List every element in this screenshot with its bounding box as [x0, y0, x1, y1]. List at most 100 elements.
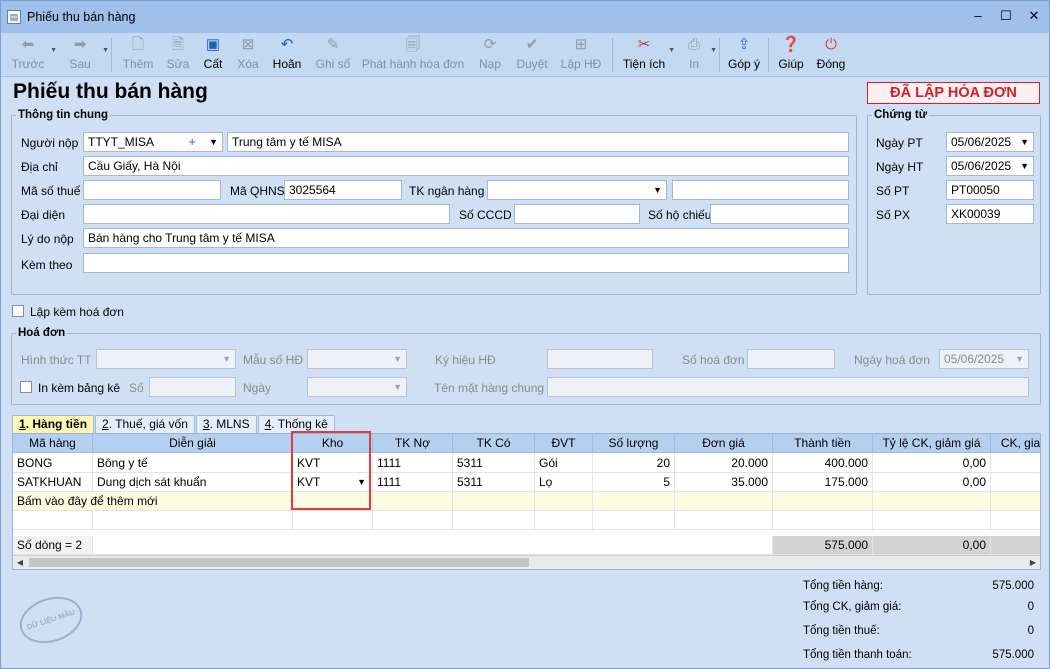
cell-amount[interactable]: 175.000 [773, 473, 873, 492]
col-unit[interactable]: ĐVT [535, 434, 593, 453]
address-field[interactable]: Cầu Giấy, Hà Nội [83, 156, 849, 176]
date-ht-picker[interactable]: 05/06/2025 ▼ [946, 156, 1034, 176]
list-no-field[interactable] [149, 377, 236, 397]
chevron-down-icon: ▼ [222, 354, 231, 364]
col-description[interactable]: Diễn giải [93, 434, 293, 453]
add-new-row[interactable]: Bấm vào đây để thêm mới [13, 492, 1040, 511]
cell-amount[interactable]: 400.000 [773, 454, 873, 473]
receipt-no-field[interactable]: PT00050 [946, 180, 1034, 200]
invoice-number-field[interactable] [747, 349, 835, 369]
cell-debit-account[interactable]: 1111 [373, 473, 453, 492]
add-new-row-label[interactable]: Bấm vào đây để thêm mới [13, 492, 293, 511]
col-quantity[interactable]: Số lượng [593, 434, 675, 453]
cccd-field[interactable] [514, 204, 640, 224]
qhns-field[interactable]: 3025564 [284, 180, 402, 200]
chevron-down-icon: ▼ [393, 354, 402, 364]
col-unit-price[interactable]: Đơn giá [675, 434, 773, 453]
cell-discount-rate[interactable]: 0,00 [873, 473, 991, 492]
prev-button[interactable]: ⬅ Trước ▼ [7, 33, 57, 77]
common-goods-field[interactable] [547, 377, 1029, 397]
footer-discount-total: 0,00 [873, 536, 991, 555]
create-invoice-button[interactable]: ⊞ Lập HĐ [558, 33, 604, 77]
add-button[interactable]: 🗋 Thêm [118, 33, 158, 77]
cell-quantity[interactable]: 5 [593, 473, 675, 492]
cell-discount[interactable] [991, 454, 1040, 473]
tab-goods-money[interactable]: 1. Hàng tiền [12, 415, 95, 433]
table-row[interactable]: BONG Bông y tế KVT 1111 5311 Gói 20 20.0… [13, 454, 1040, 473]
maximize-button[interactable]: ☐ [997, 8, 1015, 24]
delete-button[interactable]: ⊠ Xóa [228, 33, 268, 77]
cell-unit[interactable]: Lọ [535, 473, 593, 492]
col-discount[interactable]: CK, gia [991, 434, 1040, 453]
minimize-button[interactable]: ‒ [969, 8, 987, 24]
issue-invoice-button[interactable]: 🗐 Phát hành hóa đơn [358, 33, 468, 77]
bank-name-field[interactable] [672, 180, 849, 200]
invoice-date-picker[interactable]: 05/06/2025 ▼ [939, 349, 1029, 369]
cell-credit-account[interactable]: 5311 [453, 454, 535, 473]
scroll-left-icon[interactable]: ◀ [13, 556, 27, 569]
payer-name-field[interactable]: Trung tâm y tế MISA [227, 132, 849, 152]
tax-code-field[interactable] [83, 180, 221, 200]
print-button[interactable]: ⎙ In ▼ [679, 33, 717, 77]
cell-credit-account[interactable]: 5311 [453, 473, 535, 492]
approve-button[interactable]: ✔ Duyệt [512, 33, 552, 77]
tab-mlns[interactable]: 3. MLNS [195, 415, 257, 433]
cell-unit-price[interactable]: 35.000 [675, 473, 773, 492]
feedback-button[interactable]: ⇪ Góp ý [724, 33, 764, 77]
horizontal-scrollbar[interactable]: ◀ ▶ [13, 555, 1040, 569]
total-payment-label: Tổng tiền thanh toán: [803, 649, 912, 661]
pencil-icon: ✎ [326, 36, 340, 53]
cell-item-code[interactable]: SATKHUAN [13, 473, 93, 492]
utilities-button[interactable]: ✂ Tiện ích ▼ [621, 33, 675, 77]
print-list-checkbox[interactable] [20, 381, 32, 393]
scroll-right-icon[interactable]: ▶ [1026, 556, 1040, 569]
save-button[interactable]: ▣ Cất [198, 33, 228, 77]
next-button[interactable]: ➡ Sau ▼ [59, 33, 109, 77]
export-no-field[interactable]: XK00039 [946, 204, 1034, 224]
help-button[interactable]: ❓ Giúp [773, 33, 809, 77]
postpone-button[interactable]: ↶ Hoãn [268, 33, 306, 77]
load-button[interactable]: ⟳ Nạp [472, 33, 508, 77]
post-button[interactable]: ✎ Ghi sổ [310, 33, 356, 77]
invoice-number-label: Số hoá đơn [682, 353, 745, 367]
cell-description[interactable]: Dung dịch sát khuẩn [93, 473, 293, 492]
payer-code-combo[interactable]: TTYT_MISA + ▼ [83, 132, 223, 152]
table-row[interactable]: SATKHUAN Dung dịch sát khuẩn KVT ▼ 1111 5… [13, 473, 1040, 492]
representative-field[interactable] [83, 204, 450, 224]
cell-unit[interactable]: Gói [535, 454, 593, 473]
invoice-template-select[interactable]: ▼ [307, 349, 407, 369]
date-pt-picker[interactable]: 05/06/2025 ▼ [946, 132, 1034, 152]
close-form-button[interactable]: ⏻ Đóng [813, 33, 849, 77]
chevron-down-icon[interactable]: ▼ [209, 133, 218, 151]
cell-quantity[interactable]: 20 [593, 454, 675, 473]
create-invoice-checkbox[interactable] [12, 305, 24, 317]
col-amount[interactable]: Thành tiền [773, 434, 873, 453]
attachment-field[interactable] [83, 253, 849, 273]
add-icon[interactable]: + [188, 133, 196, 151]
chevron-down-icon[interactable]: ▼ [653, 181, 662, 199]
col-debit-account[interactable]: TK Nợ [373, 434, 453, 453]
col-discount-rate[interactable]: Tỷ lệ CK, giảm giá [873, 434, 991, 453]
tab-tax-cost[interactable]: 2. Thuế, giá vốn [95, 415, 195, 433]
invoice-symbol-field[interactable] [547, 349, 653, 369]
scrollbar-thumb[interactable] [29, 558, 529, 567]
col-credit-account[interactable]: TK Có [453, 434, 535, 453]
edit-button[interactable]: 🗎 Sửa [158, 33, 198, 77]
cell-discount[interactable] [991, 473, 1040, 492]
address-label: Địa chỉ [21, 160, 58, 174]
chevron-down-icon[interactable]: ▼ [1020, 133, 1029, 151]
general-info-legend: Thông tin chung [18, 109, 109, 121]
list-date-picker[interactable]: ▼ [307, 377, 407, 397]
col-item-code[interactable]: Mã hàng [13, 434, 93, 453]
cell-description[interactable]: Bông y tế [93, 454, 293, 473]
cell-item-code[interactable]: BONG [13, 454, 93, 473]
cell-unit-price[interactable]: 20.000 [675, 454, 773, 473]
payment-form-select[interactable]: ▼ [96, 349, 236, 369]
cell-debit-account[interactable]: 1111 [373, 454, 453, 473]
chevron-down-icon[interactable]: ▼ [1020, 157, 1029, 175]
close-button[interactable]: ✕ [1025, 8, 1043, 24]
passport-field[interactable] [710, 204, 849, 224]
cell-discount-rate[interactable]: 0,00 [873, 454, 991, 473]
bank-account-select[interactable]: ▼ [487, 180, 667, 200]
reason-field[interactable]: Bán hàng cho Trung tâm y tế MISA [83, 228, 849, 248]
